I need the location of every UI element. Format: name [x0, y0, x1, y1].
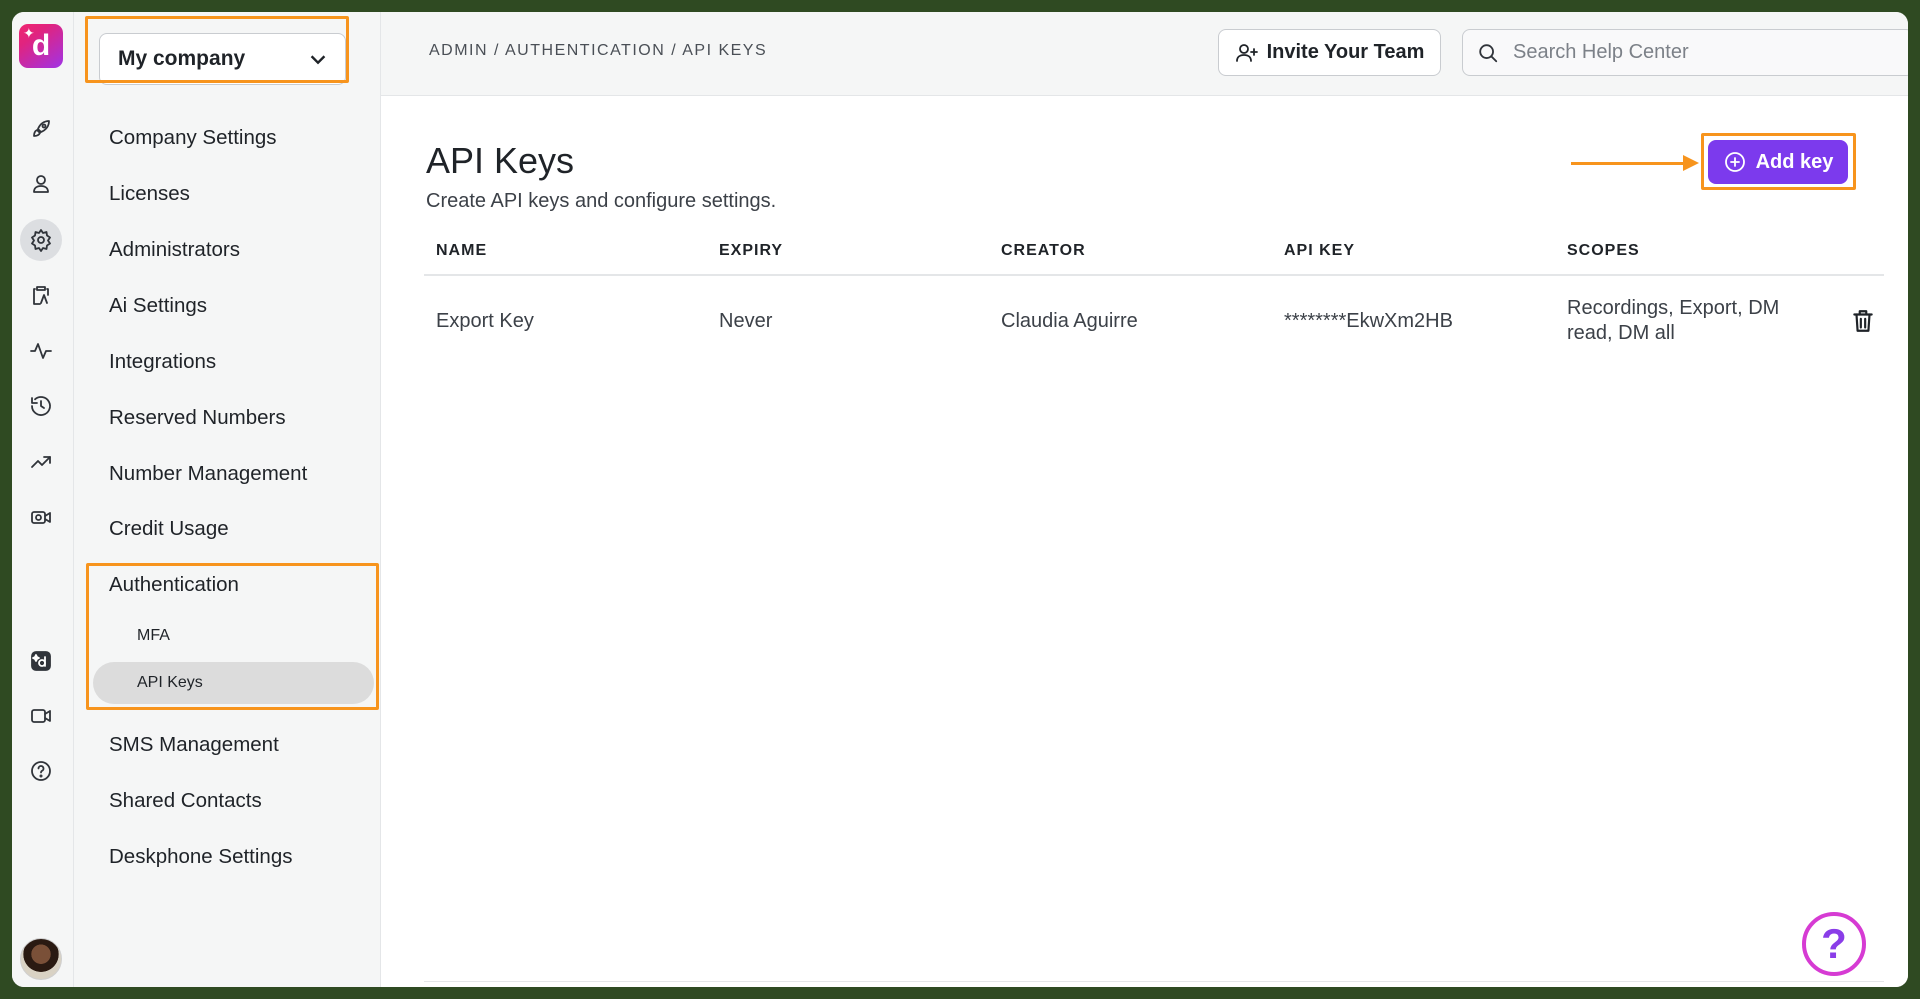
- dialpad-logo[interactable]: ✦ d: [19, 24, 63, 68]
- clipboard-icon[interactable]: [20, 274, 62, 316]
- search-icon: [1479, 43, 1498, 62]
- trend-icon[interactable]: [20, 441, 62, 483]
- column-header-scopes[interactable]: SCOPES: [1567, 238, 1640, 264]
- sidebar-item-licenses[interactable]: Licenses: [109, 179, 190, 209]
- user-avatar[interactable]: [20, 938, 62, 980]
- dialpad-ai-icon[interactable]: [20, 640, 62, 682]
- sidebar-subitem-api-keys[interactable]: API Keys: [137, 672, 203, 694]
- trash-icon: [1853, 310, 1873, 332]
- sidebar-item-deskphone-settings[interactable]: Deskphone Settings: [109, 842, 292, 872]
- sidebar-item-credit-usage[interactable]: Credit Usage: [109, 514, 229, 544]
- history-icon[interactable]: [20, 385, 62, 427]
- column-header-api-key[interactable]: API KEY: [1284, 238, 1355, 264]
- page-subtitle: Create API keys and configure settings.: [426, 190, 777, 212]
- sidebar-item-authentication[interactable]: Authentication: [109, 570, 239, 600]
- invite-team-button[interactable]: Invite Your Team: [1218, 29, 1441, 76]
- admin-sidebar: My company Company Settings Licenses Adm…: [74, 12, 381, 987]
- page-title: API Keys: [426, 140, 575, 181]
- cell-scopes-line2: read, DM all: [1567, 322, 1675, 344]
- cell-name: Export Key: [436, 310, 534, 332]
- help-circle-icon[interactable]: [20, 750, 62, 792]
- cell-api-key: ********EkwXm2HB: [1284, 310, 1453, 332]
- help-chat-button[interactable]: ?: [1802, 912, 1866, 976]
- annotation-arrow: [1571, 162, 1691, 165]
- icon-rail: ✦ d: [12, 12, 74, 987]
- sidebar-active-highlight: [93, 662, 374, 704]
- breadcrumb[interactable]: ADMIN / AUTHENTICATION / API KEYS: [429, 42, 767, 60]
- table-row[interactable]: Export Key Never Claudia Aguirre *******…: [424, 278, 1884, 368]
- search-input[interactable]: [1513, 41, 1893, 64]
- sidebar-subitem-mfa[interactable]: MFA: [137, 625, 170, 647]
- main-content: API Keys Create API keys and configure s…: [381, 96, 1908, 987]
- sidebar-item-sms-management[interactable]: SMS Management: [109, 730, 279, 760]
- cell-expiry: Never: [719, 310, 773, 332]
- app-window: ✦ d My company Company Settings Licenses…: [12, 12, 1908, 987]
- company-selector[interactable]: My company: [99, 33, 346, 85]
- table-bottom-divider: [424, 981, 1884, 982]
- rocket-icon[interactable]: [20, 108, 62, 150]
- delete-key-button[interactable]: [1850, 308, 1876, 334]
- sidebar-item-company-settings[interactable]: Company Settings: [109, 123, 277, 153]
- chevron-down-icon: [310, 55, 326, 65]
- column-header-creator[interactable]: CREATOR: [1001, 238, 1086, 264]
- person-icon[interactable]: [20, 163, 62, 205]
- sparkle-icon: ✦: [23, 25, 35, 41]
- sidebar-item-shared-contacts[interactable]: Shared Contacts: [109, 786, 262, 816]
- add-person-icon: [1235, 43, 1258, 62]
- sidebar-item-ai-settings[interactable]: Ai Settings: [109, 291, 207, 321]
- sidebar-item-integrations[interactable]: Integrations: [109, 347, 216, 377]
- sidebar-item-administrators[interactable]: Administrators: [109, 235, 240, 265]
- invite-team-label: Invite Your Team: [1266, 41, 1425, 63]
- cell-scopes-line1: Recordings, Export, DM: [1567, 297, 1780, 319]
- sidebar-item-number-management[interactable]: Number Management: [109, 459, 307, 489]
- sidebar-item-reserved-numbers[interactable]: Reserved Numbers: [109, 403, 286, 433]
- column-header-name[interactable]: NAME: [436, 238, 487, 264]
- cell-scopes: Recordings, Export, DM read, DM all: [1567, 296, 1779, 346]
- plus-circle-icon: [1724, 152, 1745, 172]
- video-icon[interactable]: [20, 695, 62, 737]
- gear-icon[interactable]: [20, 219, 62, 261]
- question-mark-icon: ?: [1821, 920, 1847, 967]
- company-name: My company: [118, 47, 246, 70]
- help-search-box[interactable]: [1462, 29, 1908, 76]
- add-key-label: Add key: [1755, 150, 1834, 173]
- activity-icon[interactable]: [20, 330, 62, 372]
- top-bar: ADMIN / AUTHENTICATION / API KEYS Invite…: [381, 12, 1908, 96]
- column-header-expiry[interactable]: EXPIRY: [719, 238, 783, 264]
- annotation-arrow-head: [1683, 155, 1699, 171]
- add-key-button[interactable]: Add key: [1708, 140, 1848, 184]
- cell-creator: Claudia Aguirre: [1001, 310, 1138, 332]
- table-header: NAME EXPIRY CREATOR API KEY SCOPES: [424, 238, 1884, 276]
- camera-icon[interactable]: [20, 496, 62, 538]
